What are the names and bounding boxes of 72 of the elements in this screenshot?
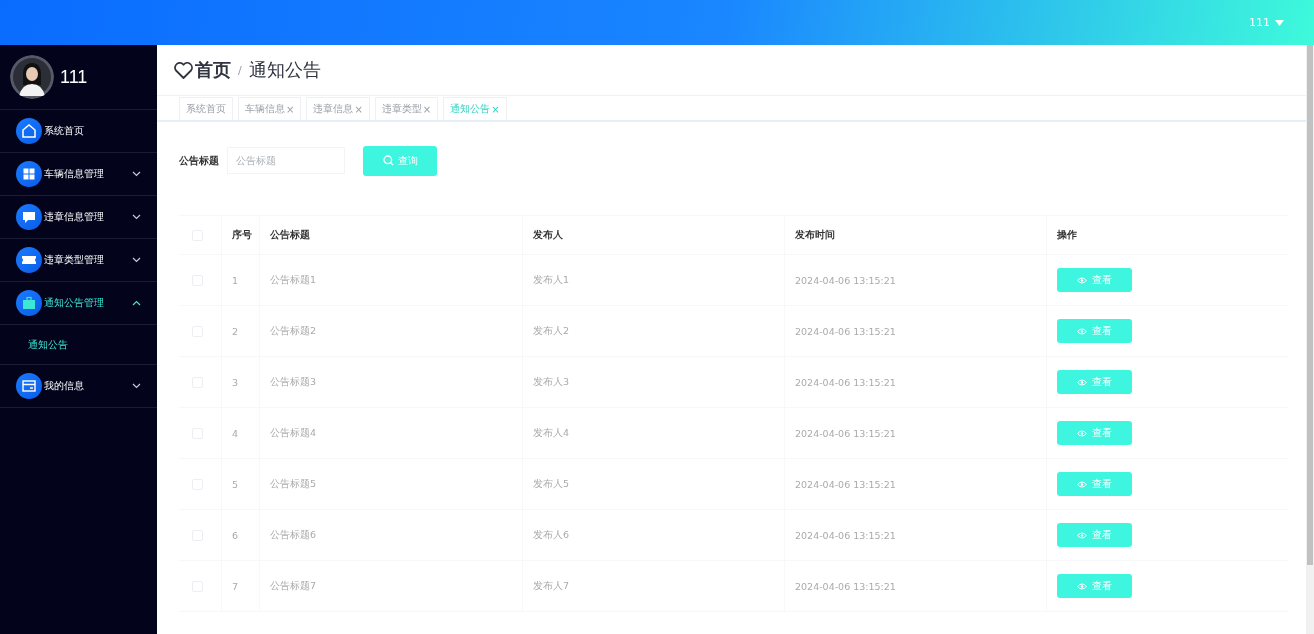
column-header: 发布时间 bbox=[795, 228, 835, 242]
eye-icon bbox=[1077, 531, 1087, 539]
table-cell: 2024-04-06 13:15:21 bbox=[795, 478, 896, 490]
tab[interactable]: 违章类型× bbox=[374, 97, 439, 120]
tab[interactable]: 系统首页 bbox=[179, 97, 233, 120]
table-cell: 2 bbox=[232, 325, 239, 337]
tab[interactable]: 通知公告× bbox=[443, 97, 507, 120]
close-icon[interactable]: × bbox=[354, 103, 363, 115]
table-cell: 发布人7 bbox=[533, 579, 570, 593]
breadcrumb-separator: / bbox=[238, 63, 242, 77]
table-cell: 公告标题4 bbox=[270, 426, 317, 440]
close-icon[interactable]: × bbox=[422, 103, 432, 115]
home-icon bbox=[16, 118, 42, 144]
table-cell: 发布人4 bbox=[533, 426, 570, 440]
column-header: 公告标题 bbox=[270, 228, 310, 242]
table-cell: 2024-04-06 13:15:21 bbox=[795, 274, 896, 286]
search-icon bbox=[382, 155, 394, 166]
table-cell: 2024-04-06 13:15:21 bbox=[795, 376, 896, 388]
table-cell: 7 bbox=[232, 580, 239, 592]
table-cell: 3 bbox=[232, 376, 239, 388]
table-cell: 2024-04-06 13:15:21 bbox=[795, 580, 896, 592]
eye-icon bbox=[1077, 327, 1087, 335]
caret-icon bbox=[1275, 19, 1284, 26]
username: 111 bbox=[60, 66, 88, 88]
eye-icon bbox=[1077, 582, 1087, 590]
column-header: 序号 bbox=[232, 228, 252, 242]
breadcrumb-link[interactable]: 首页 bbox=[195, 58, 231, 82]
table-cell: 发布人1 bbox=[533, 273, 570, 287]
grid-icon bbox=[16, 161, 42, 187]
table-cell: 公告标题1 bbox=[270, 273, 317, 287]
menu-item[interactable]: 违章信息管理 bbox=[0, 196, 157, 239]
table-cell: 公告标题3 bbox=[270, 375, 317, 389]
breadcrumb-current: 通知公告 bbox=[248, 58, 321, 82]
briefcase-icon bbox=[16, 290, 42, 316]
table-cell: 6 bbox=[232, 529, 239, 541]
table-cell: 2024-04-06 13:15:21 bbox=[795, 427, 896, 439]
table-cell: 5 bbox=[232, 478, 239, 490]
eye-icon bbox=[1077, 378, 1087, 386]
table-cell: 发布人3 bbox=[533, 375, 570, 389]
table-cell: 公告标题7 bbox=[270, 579, 317, 593]
column-header: 发布人 bbox=[533, 228, 563, 242]
eye-icon bbox=[1077, 429, 1087, 437]
table-cell: 1 bbox=[232, 274, 239, 286]
menu-item[interactable]: 车辆信息管理 bbox=[0, 153, 157, 196]
search-field[interactable]: 公告标题 bbox=[227, 147, 345, 174]
table-cell: 公告标题5 bbox=[270, 477, 317, 491]
menu-item[interactable]: 我的信息 bbox=[0, 365, 157, 408]
menu-item[interactable]: 违章类型管理 bbox=[0, 239, 157, 282]
table-cell: 公告标题6 bbox=[270, 528, 317, 542]
table-cell: 发布人2 bbox=[533, 324, 570, 338]
table-cell: 发布人5 bbox=[533, 477, 570, 491]
close-icon[interactable]: × bbox=[491, 103, 500, 115]
scrollbar[interactable] bbox=[1307, 45, 1313, 565]
table-cell: 发布人6 bbox=[533, 528, 570, 542]
table-cell: 4 bbox=[232, 427, 239, 439]
column-header: 操作 bbox=[1057, 228, 1077, 242]
heart-icon bbox=[174, 61, 193, 79]
close-icon[interactable]: × bbox=[286, 103, 295, 115]
field-label: 公告标题 bbox=[179, 153, 219, 168]
ticket-icon bbox=[16, 247, 42, 273]
chat-icon bbox=[16, 204, 42, 230]
user-menu[interactable]: 111 bbox=[1249, 16, 1284, 29]
tab[interactable]: 违章信息× bbox=[306, 97, 370, 120]
menu-item[interactable]: 通知公告管理 bbox=[0, 282, 157, 325]
menu-item[interactable]: 系统首页 bbox=[0, 110, 157, 153]
tab[interactable]: 车辆信息× bbox=[238, 97, 302, 120]
table-cell: 公告标题2 bbox=[270, 324, 317, 338]
eye-icon bbox=[1077, 480, 1087, 488]
card-icon bbox=[16, 373, 42, 399]
table-cell: 2024-04-06 13:15:21 bbox=[795, 325, 896, 337]
eye-icon bbox=[1077, 276, 1087, 284]
table-cell: 2024-04-06 13:15:21 bbox=[795, 529, 896, 541]
